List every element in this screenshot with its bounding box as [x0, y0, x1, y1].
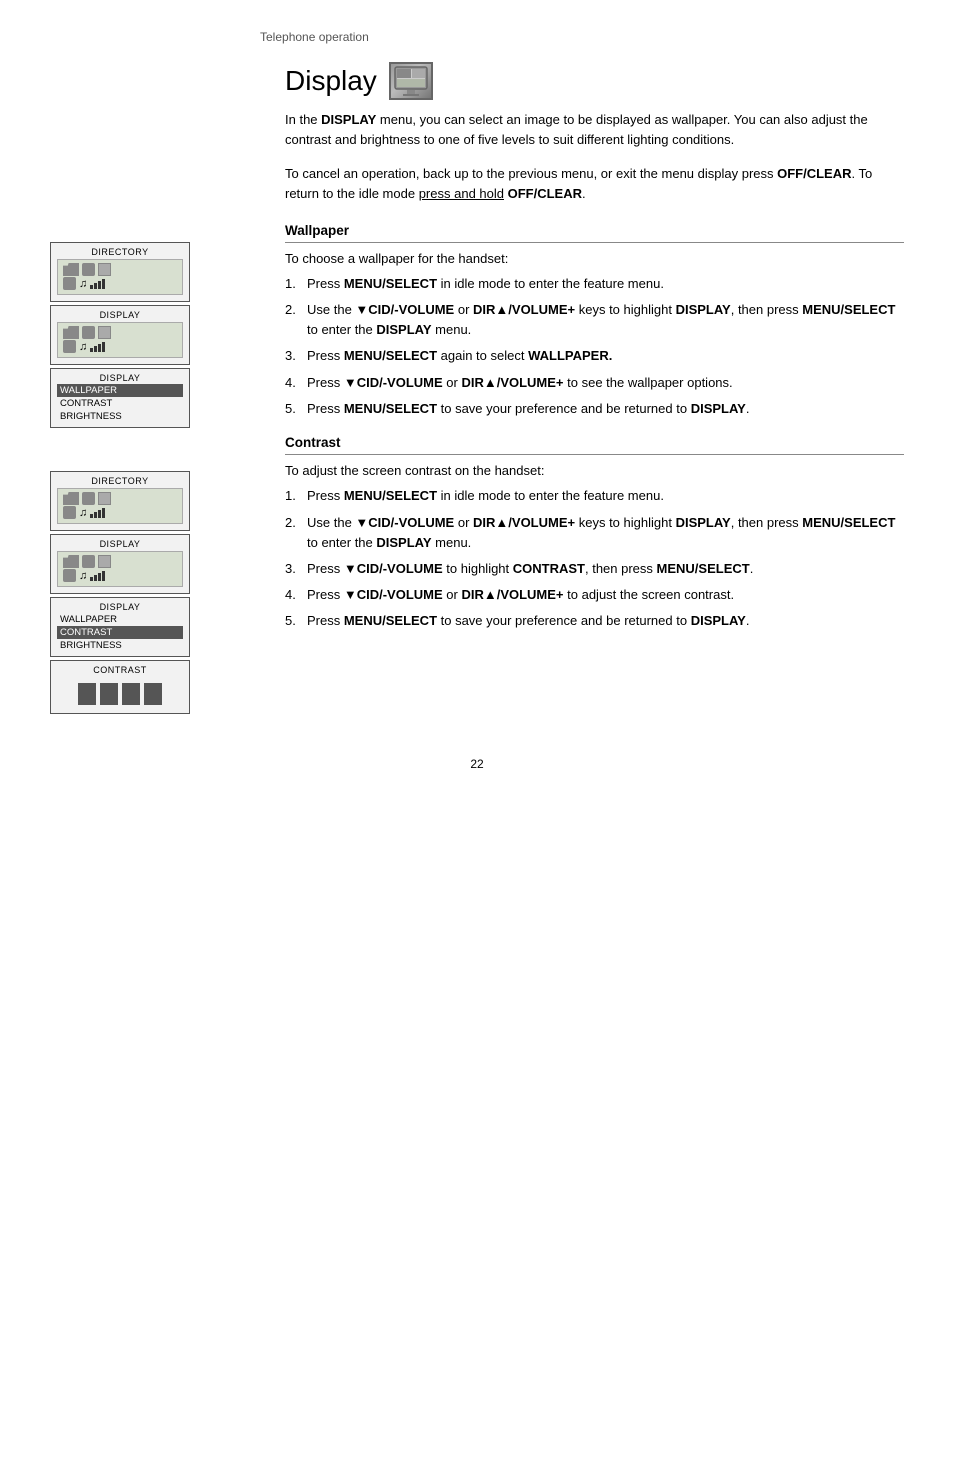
contrast-heading: Contrast [285, 435, 904, 455]
menu-item-brightness-2: BRIGHTNESS [57, 639, 183, 652]
menu-item-contrast-2: CONTRAST [57, 626, 183, 639]
contrast-steps: 1. Press MENU/SELECT in idle mode to ent… [285, 486, 904, 631]
display-section-icon [389, 62, 433, 100]
wallpaper-steps: 1. Press MENU/SELECT in idle mode to ent… [285, 274, 904, 419]
wallpaper-step-3: 3. Press MENU/SELECT again to select WAL… [285, 346, 904, 366]
page-title: Display [285, 65, 377, 97]
right-column: Display In the DISPLAY menu, you can sel… [255, 62, 904, 727]
directory-screen-1: DIRECTORY ♫ [50, 242, 190, 302]
page-number: 22 [50, 757, 904, 771]
display-screen-1: DISPLAY ♫ [50, 305, 190, 365]
wallpaper-intro: To choose a wallpaper for the handset: [285, 249, 904, 269]
directory-screen-2: DIRECTORY ♫ [50, 471, 190, 531]
menu-item-wallpaper: WALLPAPER [57, 384, 183, 397]
menu-screen-contrast: DISPLAY WALLPAPER CONTRAST BRIGHTNESS [50, 597, 190, 657]
intro-paragraph-2: To cancel an operation, back up to the p… [285, 164, 904, 204]
display-screen-2: DISPLAY ♫ [50, 534, 190, 594]
contrast-bars-visual [57, 679, 183, 709]
contrast-adjustment-screen: CONTRAST [50, 660, 190, 714]
wallpaper-heading: Wallpaper [285, 223, 904, 243]
contrast-intro: To adjust the screen contrast on the han… [285, 461, 904, 481]
wallpaper-step-2: 2. Use the ▼CID/-VOLUME or DIR▲/VOLUME+ … [285, 300, 904, 340]
contrast-step-3: 3. Press ▼CID/-VOLUME to highlight CONTR… [285, 559, 904, 579]
menu-item-brightness-1: BRIGHTNESS [57, 410, 183, 423]
wallpaper-step-4: 4. Press ▼CID/-VOLUME or DIR▲/VOLUME+ to… [285, 373, 904, 393]
menu-item-wallpaper-2: WALLPAPER [57, 613, 183, 626]
left-column: DIRECTORY ♫ [50, 62, 255, 727]
contrast-step-5: 5. Press MENU/SELECT to save your prefer… [285, 611, 904, 631]
menu-item-contrast-1: CONTRAST [57, 397, 183, 410]
page-header: Telephone operation [50, 30, 904, 44]
wallpaper-step-5: 5. Press MENU/SELECT to save your prefer… [285, 399, 904, 419]
contrast-step-4: 4. Press ▼CID/-VOLUME or DIR▲/VOLUME+ to… [285, 585, 904, 605]
contrast-step-2: 2. Use the ▼CID/-VOLUME or DIR▲/VOLUME+ … [285, 513, 904, 553]
wallpaper-step-1: 1. Press MENU/SELECT in idle mode to ent… [285, 274, 904, 294]
menu-screen-wallpaper: DISPLAY WALLPAPER CONTRAST BRIGHTNESS [50, 368, 190, 428]
contrast-step-1: 1. Press MENU/SELECT in idle mode to ent… [285, 486, 904, 506]
intro-paragraph-1: In the DISPLAY menu, you can select an i… [285, 110, 904, 150]
